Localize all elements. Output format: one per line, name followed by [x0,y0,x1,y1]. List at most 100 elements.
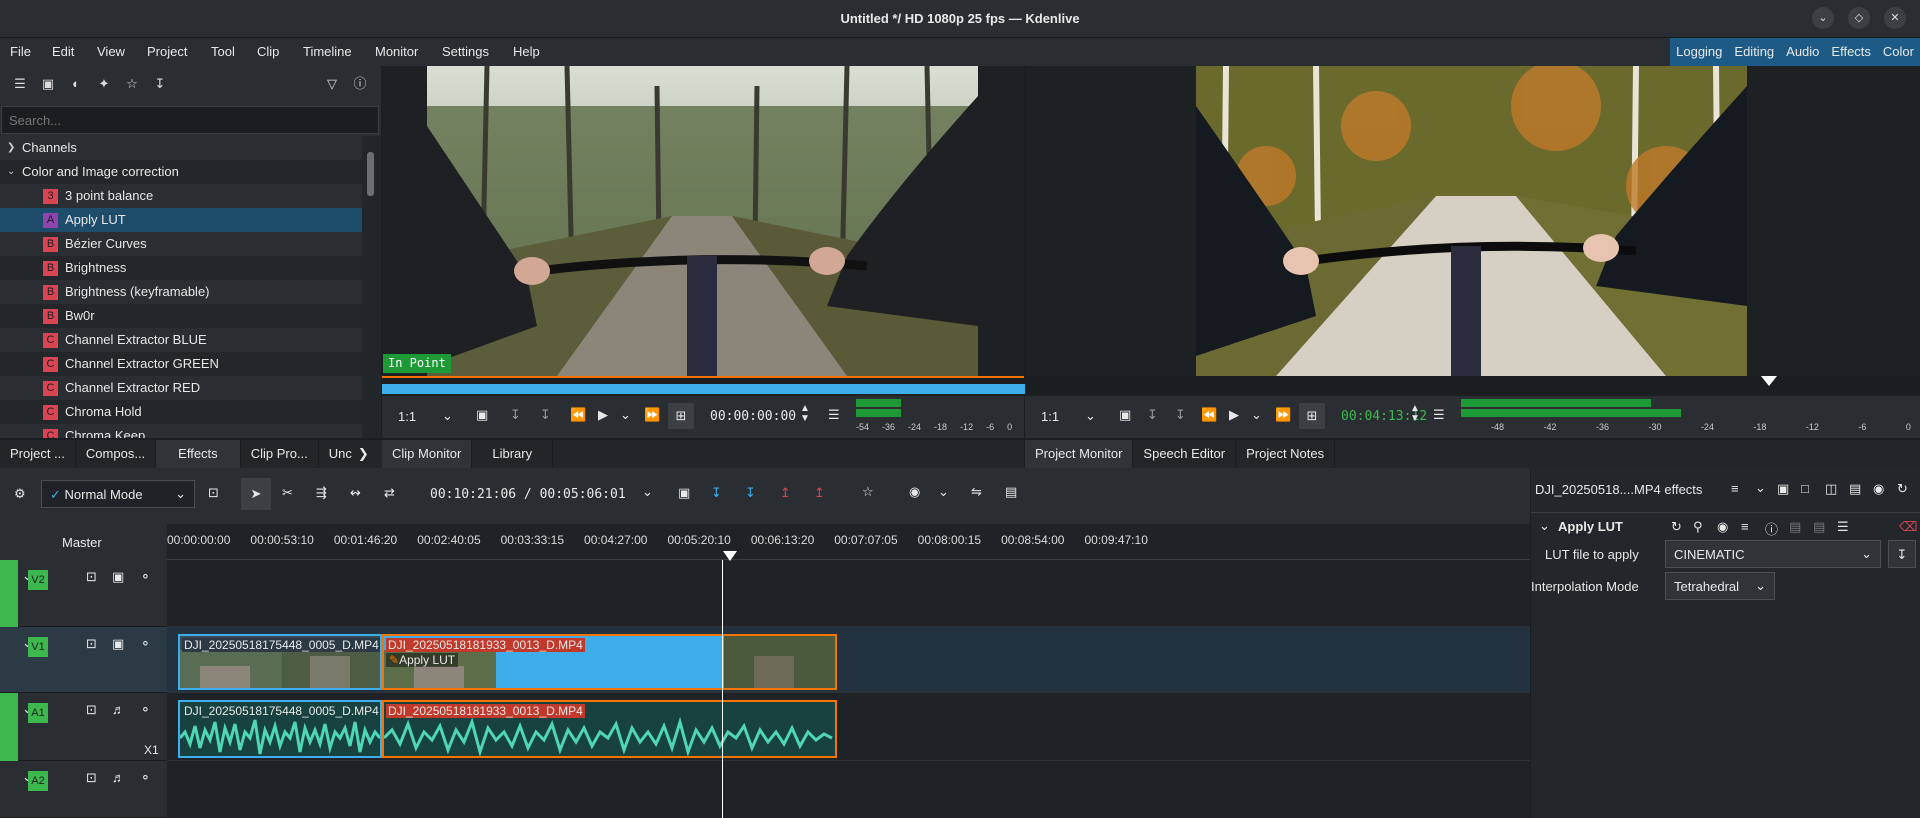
timeline-playhead-marker[interactable] [723,551,737,561]
effects-icon[interactable]: ⊡ [86,636,97,652]
forward-icon[interactable]: ⏩ [644,407,660,423]
list-item[interactable]: B Bézier Curves [0,232,362,256]
edit-mode-select[interactable]: ✓ Normal Mode ⌄ [41,480,195,508]
category-channels[interactable]: ❯ Channels [0,136,362,160]
play-icon[interactable]: ▶ [1229,407,1239,423]
download-icon[interactable]: ↧ [152,76,168,92]
info-icon[interactable]: ⓘ [1765,519,1778,538]
menu-settings[interactable]: Settings [442,44,489,59]
track-header-v1[interactable]: ⌄ V1 ⊡ ▣ ⚬ [0,627,167,693]
tab-clip-properties[interactable]: Clip Pro... [241,440,319,468]
set-out-icon[interactable]: ↧ [1175,407,1186,423]
zoom-icon[interactable]: ⚲ [1693,519,1703,535]
razor-tool-icon[interactable]: ✂ [282,485,293,501]
film-icon[interactable]: ▣ [112,569,124,585]
delete-icon[interactable]: ⌫ [1899,519,1917,535]
list-item[interactable]: C Channel Extractor GREEN [0,352,362,376]
audio-effects-icon[interactable]: ◐ [68,76,84,92]
clip-timecode[interactable]: 00:00:00:00 [710,409,796,424]
overwrite-icon[interactable]: ↧ [745,485,756,501]
slip-tool-icon[interactable]: ⇄ [384,485,395,501]
record-icon[interactable]: ◉ [909,484,920,500]
menu-view[interactable]: View [97,44,125,59]
menu-tool[interactable]: Tool [211,44,235,59]
keyframe-icon[interactable]: ▤ [1813,519,1825,535]
list-item[interactable]: C Chroma Hold [0,400,362,424]
speaker-icon[interactable]: ♬ [112,770,125,785]
menu-edit[interactable]: Edit [52,44,74,59]
rewind-icon[interactable]: ⏪ [570,407,586,423]
eye-icon[interactable]: ◉ [1717,519,1728,535]
project-zoom-select[interactable]: 1:1 [1041,409,1059,424]
lift-icon[interactable]: ↥ [814,485,825,501]
chevron-down-icon[interactable]: ⌄ [1755,480,1766,496]
set-in-icon[interactable]: ↧ [510,407,521,423]
video-clip-2[interactable]: DJI_20250518181933_0013_D.MP4 ✎Apply LUT [382,634,837,690]
copy-icon[interactable]: □ [1801,481,1809,496]
menu-icon[interactable]: ☰ [1433,407,1445,423]
fullscreen-icon[interactable]: ▣ [476,407,488,423]
scroll-handle[interactable] [367,152,374,196]
info-icon[interactable]: ⓘ [352,76,368,92]
effects-search-input[interactable] [1,106,379,134]
set-out-icon[interactable]: ↧ [540,407,551,423]
effects-scrollbar[interactable] [362,136,381,438]
spacer-tool-icon[interactable]: ⇶ [316,485,327,501]
subtitle-icon[interactable]: ▤ [1005,484,1017,500]
effects-icon[interactable]: ⊡ [86,569,97,585]
menu-project[interactable]: Project [147,44,187,59]
compare-icon[interactable]: ≡ [1731,481,1739,496]
tab-library[interactable]: Library [472,440,554,468]
interpolation-select[interactable]: Tetrahedral ⌄ [1665,572,1775,600]
speaker-icon[interactable]: ♬ [112,702,125,717]
lut-file-select[interactable]: CINEMATIC ⌄ [1665,540,1881,568]
timeline-playhead[interactable] [722,560,723,818]
download-icon[interactable]: ↧ [1888,540,1916,568]
sliders-icon[interactable]: ≡ [1741,519,1749,534]
list-icon[interactable]: ☰ [12,76,28,92]
video-clip-1[interactable]: DJI_20250518175448_0005_D.MP4 [178,634,382,690]
lock-icon[interactable]: ⚬ [140,569,151,585]
track-config-icon[interactable]: ⚙ [14,486,26,502]
layout-editing[interactable]: Editing [1728,38,1780,66]
spinner-icon[interactable]: ▲ ▼ [1410,404,1420,424]
video-effects-icon[interactable]: ▣ [40,76,56,92]
list-item[interactable]: 33 point balance [0,184,362,208]
menu-monitor[interactable]: Monitor [375,44,418,59]
menu-timeline[interactable]: Timeline [303,44,352,59]
chevron-down-icon[interactable]: ⌄ [1085,408,1096,424]
layout-audio[interactable]: Audio [1780,38,1825,66]
tab-undo[interactable]: Unc [319,440,356,468]
effects-icon[interactable]: ⊡ [86,702,97,718]
list-item[interactable]: C Channel Extractor BLUE [0,328,362,352]
category-color-correction[interactable]: ⌄ Color and Image correction [0,160,362,184]
track-lane-a2[interactable] [167,761,1530,818]
list-item[interactable]: C Chroma Keep [0,424,362,438]
crop-icon[interactable]: ⊞ [1299,403,1325,429]
chevron-down-icon[interactable]: ⌄ [938,484,949,500]
split-icon[interactable]: ◫ [1825,481,1837,497]
tab-project-bin[interactable]: Project ... [0,440,76,468]
minimize-button[interactable]: ⌄ [1812,7,1834,29]
master-header[interactable]: Master [0,524,167,560]
keyframe-icon[interactable]: ▤ [1789,519,1801,535]
reset-effect-icon[interactable]: ↻ [1671,519,1682,535]
menu-help[interactable]: Help [513,44,540,59]
tab-project-notes[interactable]: Project Notes [1236,440,1336,468]
track-header-a2[interactable]: ⌄ A2 ⊡ ♬ ⚬ [0,761,167,818]
eye-icon[interactable]: ◉ [1873,481,1884,497]
list-item[interactable]: B Brightness [0,256,362,280]
lock-icon[interactable]: ⚬ [140,702,151,718]
save-icon[interactable]: ▣ [1777,481,1789,497]
select-tool-icon[interactable]: ➤ [241,478,271,510]
collapse-icon[interactable]: ▤ [1849,481,1861,497]
layout-logging[interactable]: Logging [1670,38,1728,66]
move-icon[interactable]: ☰ [1837,519,1849,535]
list-item[interactable]: B Bw0r [0,304,362,328]
chevron-right-icon[interactable]: ❯ [356,440,371,468]
menu-icon[interactable]: ☰ [828,407,840,423]
crop-icon[interactable]: ⊞ [668,403,694,429]
chevron-down-icon[interactable]: ⌄ [1539,518,1550,534]
fit-icon[interactable]: ▣ [678,485,690,501]
play-icon[interactable]: ▶ [598,407,608,423]
